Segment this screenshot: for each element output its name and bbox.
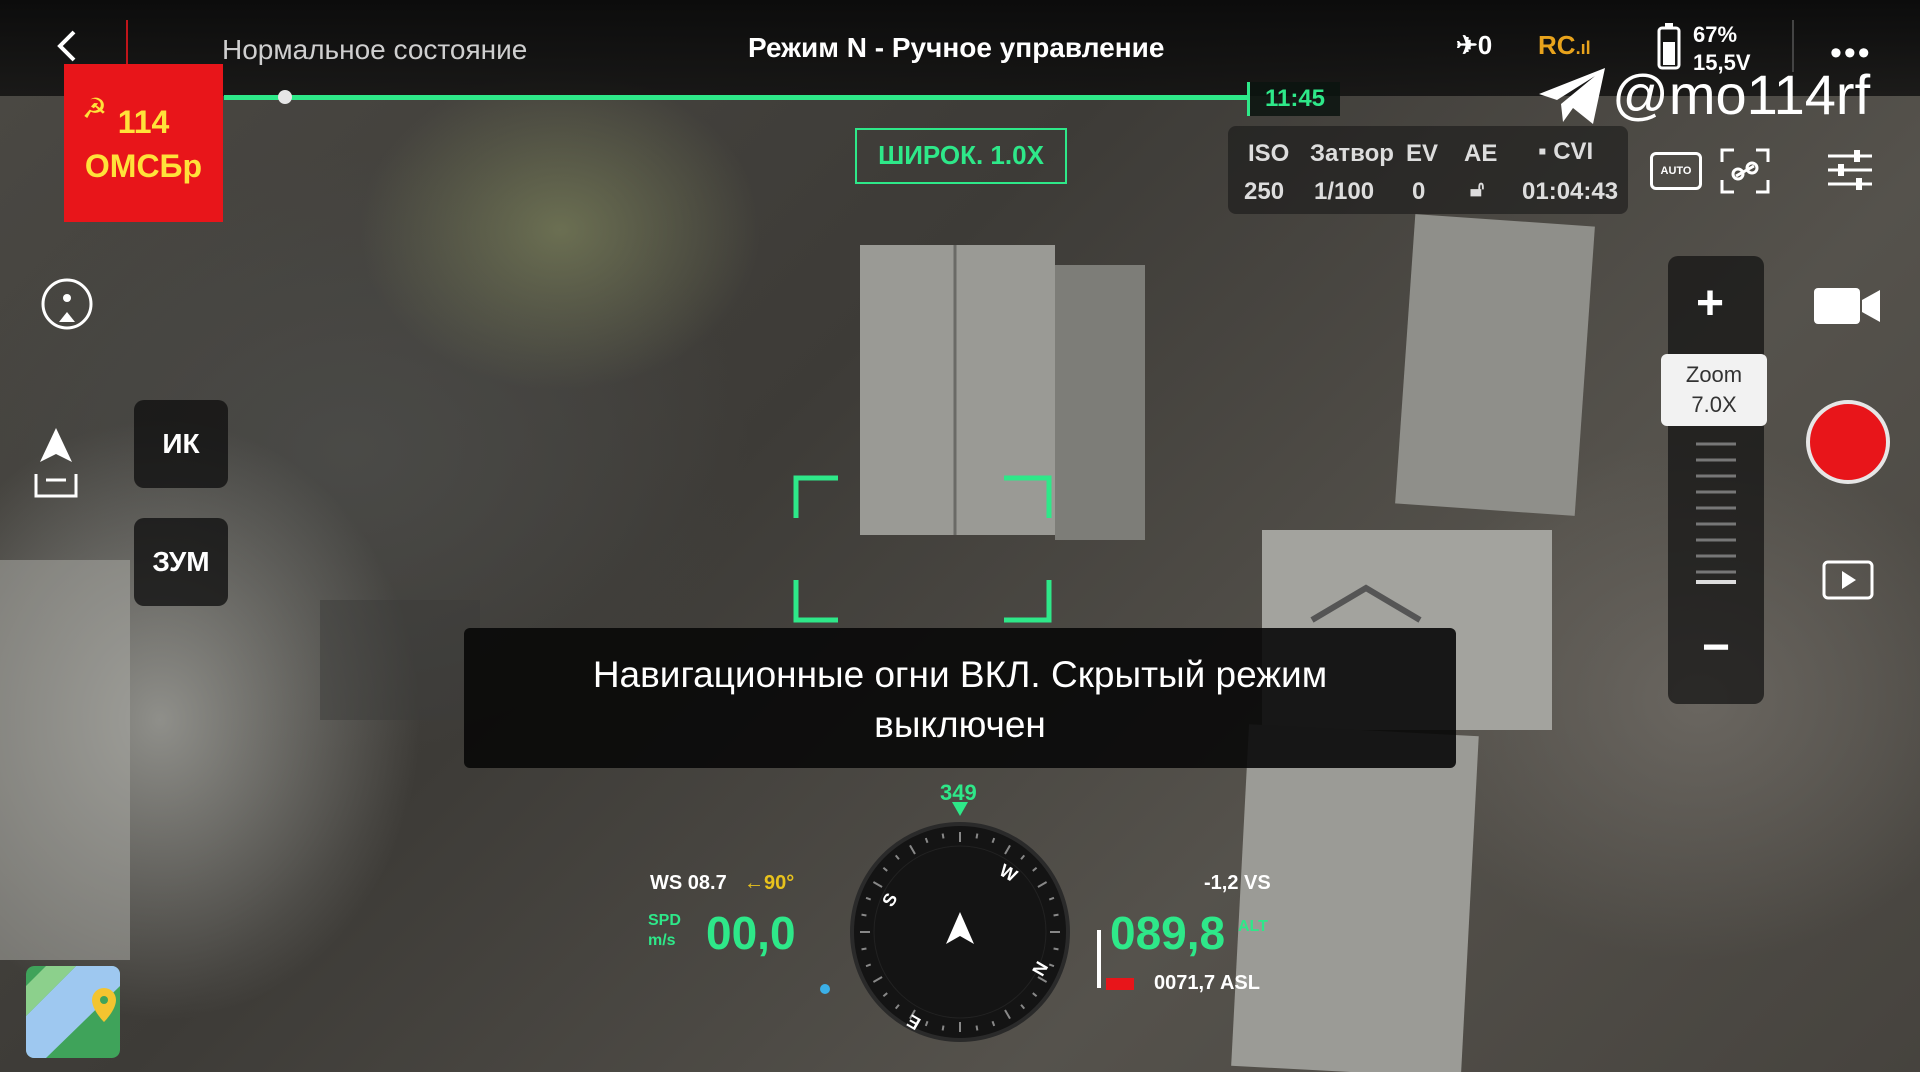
video-camera-icon[interactable] [1812,284,1882,328]
telegram-icon [1539,68,1605,124]
map-icon[interactable] [26,966,120,1058]
unit-name: ОМСБр [84,148,203,184]
compass-tick [1053,913,1059,917]
compass-tick [975,1025,979,1031]
speed-unit-top: SPD [648,912,681,929]
drone-camera-view: Нормальное состояние Режим N - Ручное уп… [0,0,1920,1072]
shutter-value: 1/100 [1314,178,1375,205]
notification-line-2: выключен [874,704,1046,745]
signal-bars-icon: .ıl [1575,38,1591,58]
unit-badge: ☭ 114 ОМСБр [64,64,223,222]
ir-mode-button[interactable]: ИК [134,400,228,488]
iso-label: ISO [1248,140,1290,167]
compass-tick [975,833,979,839]
altitude-bar [1097,930,1101,988]
wind-direction: ←90° [744,872,795,894]
record-time: 01:04:43 [1522,178,1619,205]
zoom-level-indicator: Zoom 7.0X [1661,354,1767,426]
ev-value: 0 [1412,178,1426,205]
compass-tick [861,947,867,951]
compass-tick [1053,947,1059,951]
wind-speed: WS 08.7 [650,872,727,894]
zoom-in-button[interactable]: + [1696,276,1724,331]
compass-tick [941,833,945,839]
iso-value: 250 [1244,178,1285,205]
wind-arrow-icon: ← [744,872,764,894]
roof-house-bottom [1231,724,1479,1072]
zoom-mode-button[interactable]: ЗУМ [134,518,228,606]
zoom-scale-ticks [1696,442,1736,584]
settings-sliders-icon[interactable] [1826,148,1874,192]
storage-indicator: ▪ CVI [1538,138,1594,165]
compass-tick [861,913,867,917]
record-button[interactable] [1806,400,1890,484]
ev-label: EV [1406,140,1439,167]
roof-house-top [1395,214,1595,516]
playback-icon[interactable] [1822,560,1874,600]
location-pin-icon[interactable] [38,276,96,336]
channel-handle: @mo114rf [1612,63,1871,126]
notification-line-1: Навигационные огни ВКЛ. Скрытый режим [592,654,1328,695]
zoom-label: Zoom [1685,362,1743,387]
battery-percent: 67% [1693,22,1738,47]
drone-heading-icon[interactable] [28,424,84,504]
auto-camera-icon[interactable]: AUTO [1650,152,1702,190]
focus-track-icon[interactable] [1720,148,1770,194]
compass-dial: W S N E [850,822,1070,1042]
altitude-unit: ALT [1238,918,1268,935]
compass-tick [941,1025,945,1031]
unit-number: 114 [117,104,170,140]
sd-card-icon: ▪ [1538,138,1547,165]
playback-time: 11:45 [1247,82,1340,116]
shutter-label: Затвор [1310,140,1394,167]
asl-altitude: 0071,7 ASL [1154,972,1260,994]
rc-signal: RC.ıl [1538,30,1591,60]
zoom-value: 7.0X [1691,392,1737,417]
horizontal-speed: 00,0 [706,907,796,959]
lens-indicator: ШИРОК. 1.0X [855,128,1067,184]
ae-lock-icon[interactable]: 🔓︎ [1470,176,1484,202]
flight-status[interactable]: Нормальное состояние [222,34,527,66]
roof-shed-left [860,245,1055,535]
satellite-icon: ✈ [1456,30,1478,60]
ae-label: AE [1464,140,1498,167]
speed-unit-bottom: m/s [648,932,676,949]
altitude-readout: 089,8 [1110,907,1226,959]
vertical-speed: -1,2 VS [1204,872,1271,894]
roof-shed-right [1055,265,1145,540]
zoom-out-button[interactable]: − [1702,620,1730,675]
flight-mode[interactable]: Режим N - Ручное управление [748,32,1164,64]
back-arrow-icon[interactable] [48,26,88,66]
heading-pointer-icon [952,802,968,816]
notification-toast: Навигационные огни ВКЛ. Скрытый режим вы… [464,628,1456,768]
satellite-signal: ✈0 [1456,30,1493,60]
altitude-warning-bar [1106,978,1134,990]
playback-progress-bar[interactable] [224,95,1248,100]
home-point-marker [820,984,830,994]
